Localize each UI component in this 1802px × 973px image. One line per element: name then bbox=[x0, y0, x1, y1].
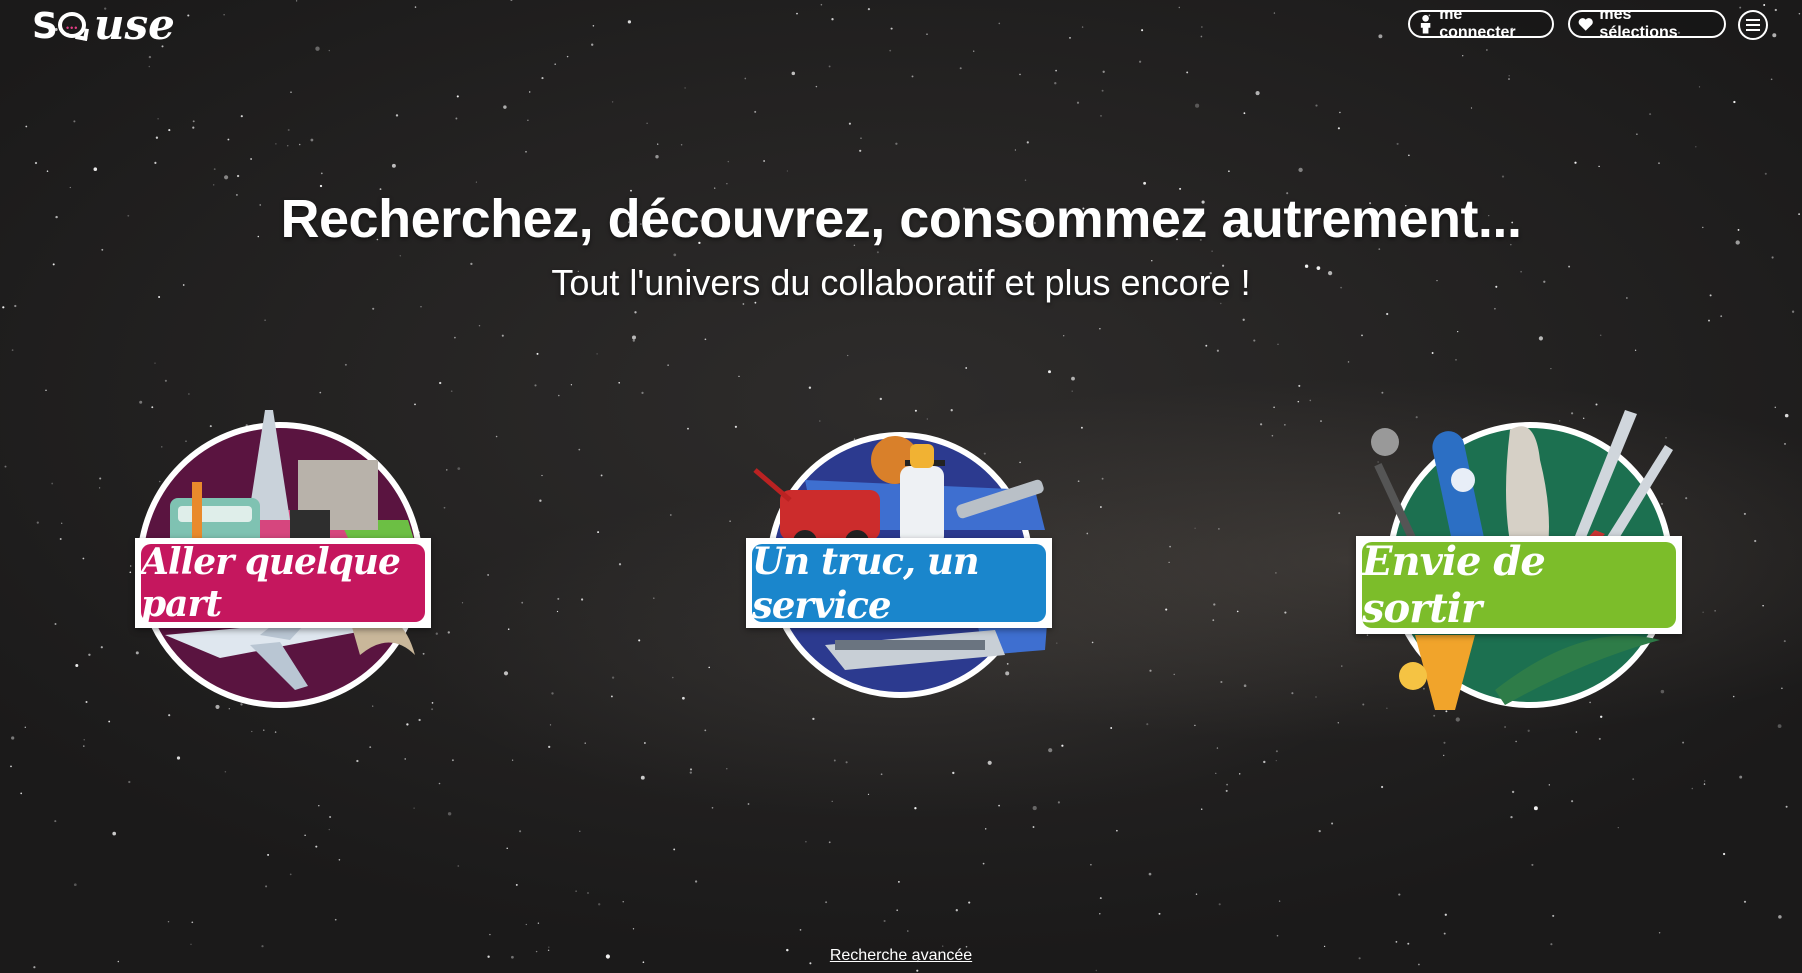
login-label: me connecter bbox=[1439, 6, 1516, 41]
menu-line bbox=[1746, 24, 1760, 26]
category-label: Envie de sortir bbox=[1362, 538, 1676, 632]
baby-bottle-icon bbox=[900, 466, 944, 546]
my-selections-button[interactable]: mes sélections bbox=[1568, 6, 1726, 41]
menu-line bbox=[1746, 19, 1760, 21]
login-button[interactable]: me connecter bbox=[1408, 6, 1554, 41]
person-icon bbox=[1420, 14, 1431, 34]
menu-line bbox=[1746, 29, 1760, 31]
selections-label: mes sélections bbox=[1599, 6, 1678, 41]
category-go-out[interactable]: Envie de sortir bbox=[1356, 536, 1682, 634]
heart-icon bbox=[1578, 17, 1593, 31]
hero-title: Recherchez, découvrez, consommez autreme… bbox=[280, 189, 1522, 249]
advanced-search-link[interactable]: Recherche avancée bbox=[0, 947, 1802, 965]
hero-subtitle: Tout l'univers du collaboratif et plus e… bbox=[551, 262, 1251, 303]
category-go-somewhere[interactable]: Aller quelque part bbox=[135, 538, 431, 628]
logo-word-use: use bbox=[94, 0, 175, 49]
logo-dots: ••• bbox=[66, 23, 79, 33]
speech-bubble-icon: ••• bbox=[58, 12, 86, 38]
lawnmower-icon bbox=[780, 490, 880, 540]
squse-logo[interactable]: S ••• use bbox=[32, 0, 175, 50]
category-label: Aller quelque part bbox=[141, 541, 425, 625]
category-item-service[interactable]: Un truc, un service bbox=[746, 538, 1052, 628]
logo-letter-s: S bbox=[32, 6, 58, 47]
category-label: Un truc, un service bbox=[752, 539, 1046, 627]
hamburger-menu-icon[interactable] bbox=[1738, 10, 1768, 40]
